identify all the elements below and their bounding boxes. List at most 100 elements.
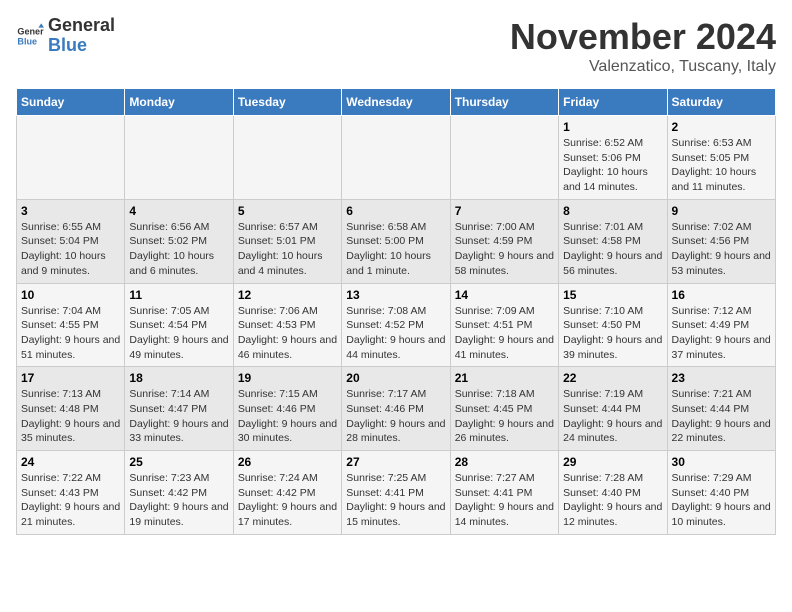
day-info: Sunrise: 7:23 AM Sunset: 4:42 PM Dayligh…: [129, 471, 228, 530]
calendar-cell: 28 Sunrise: 7:27 AM Sunset: 4:41 PM Dayli…: [450, 451, 558, 535]
column-header-friday: Friday: [559, 89, 667, 116]
day-info: Sunrise: 7:00 AM Sunset: 4:59 PM Dayligh…: [455, 220, 554, 279]
calendar-cell: [125, 116, 233, 200]
calendar-header-row: SundayMondayTuesdayWednesdayThursdayFrid…: [17, 89, 776, 116]
column-header-wednesday: Wednesday: [342, 89, 450, 116]
day-number: 24: [21, 455, 120, 469]
day-info: Sunrise: 7:01 AM Sunset: 4:58 PM Dayligh…: [563, 220, 662, 279]
location-subtitle: Valenzatico, Tuscany, Italy: [510, 58, 776, 76]
day-info: Sunrise: 7:22 AM Sunset: 4:43 PM Dayligh…: [21, 471, 120, 530]
day-info: Sunrise: 6:52 AM Sunset: 5:06 PM Dayligh…: [563, 136, 662, 195]
day-number: 17: [21, 371, 120, 385]
calendar-week-row: 24 Sunrise: 7:22 AM Sunset: 4:43 PM Dayli…: [17, 451, 776, 535]
day-number: 6: [346, 204, 445, 218]
day-info: Sunrise: 7:28 AM Sunset: 4:40 PM Dayligh…: [563, 471, 662, 530]
day-number: 1: [563, 120, 662, 134]
day-info: Sunrise: 7:04 AM Sunset: 4:55 PM Dayligh…: [21, 304, 120, 363]
calendar-cell: 12Sunrise: 7:06 AM Sunset: 4:53 PM Dayli…: [233, 283, 341, 367]
day-number: 18: [129, 371, 228, 385]
day-number: 23: [672, 371, 771, 385]
day-number: 9: [672, 204, 771, 218]
day-info: Sunrise: 7:02 AM Sunset: 4:56 PM Dayligh…: [672, 220, 771, 279]
calendar-cell: 27Sunrise: 7:25 AM Sunset: 4:41 PM Dayli…: [342, 451, 450, 535]
calendar-cell: 11 Sunrise: 7:05 AM Sunset: 4:54 PM Dayli…: [125, 283, 233, 367]
day-number: 30: [672, 455, 771, 469]
column-header-sunday: Sunday: [17, 89, 125, 116]
calendar-cell: 10 Sunrise: 7:04 AM Sunset: 4:55 PM Dayli…: [17, 283, 125, 367]
day-number: 13: [346, 288, 445, 302]
day-number: 10: [21, 288, 120, 302]
calendar-cell: [342, 116, 450, 200]
day-number: 27: [346, 455, 445, 469]
day-number: 4: [129, 204, 228, 218]
calendar-cell: 20Sunrise: 7:17 AM Sunset: 4:46 PM Dayli…: [342, 367, 450, 451]
calendar-cell: 1 Sunrise: 6:52 AM Sunset: 5:06 PM Daylig…: [559, 116, 667, 200]
day-info: Sunrise: 7:17 AM Sunset: 4:46 PM Dayligh…: [346, 387, 445, 446]
day-info: Sunrise: 7:24 AM Sunset: 4:42 PM Dayligh…: [238, 471, 337, 530]
calendar-cell: 7 Sunrise: 7:00 AM Sunset: 4:59 PM Daylig…: [450, 199, 558, 283]
day-info: Sunrise: 6:56 AM Sunset: 5:02 PM Dayligh…: [129, 220, 228, 279]
calendar-week-row: 17 Sunrise: 7:13 AM Sunset: 4:48 PM Dayli…: [17, 367, 776, 451]
calendar-week-row: 3Sunrise: 6:55 AM Sunset: 5:04 PM Daylig…: [17, 199, 776, 283]
month-title: November 2024: [510, 16, 776, 58]
calendar-cell: 21 Sunrise: 7:18 AM Sunset: 4:45 PM Dayli…: [450, 367, 558, 451]
calendar-cell: 22Sunrise: 7:19 AM Sunset: 4:44 PM Dayli…: [559, 367, 667, 451]
logo-line1: General: [48, 16, 115, 36]
day-info: Sunrise: 7:05 AM Sunset: 4:54 PM Dayligh…: [129, 304, 228, 363]
svg-text:Blue: Blue: [17, 36, 37, 46]
day-number: 7: [455, 204, 554, 218]
calendar-cell: 14Sunrise: 7:09 AM Sunset: 4:51 PM Dayli…: [450, 283, 558, 367]
column-header-saturday: Saturday: [667, 89, 775, 116]
calendar-cell: 24 Sunrise: 7:22 AM Sunset: 4:43 PM Dayli…: [17, 451, 125, 535]
day-info: Sunrise: 6:55 AM Sunset: 5:04 PM Dayligh…: [21, 220, 120, 279]
calendar-cell: 29 Sunrise: 7:28 AM Sunset: 4:40 PM Dayli…: [559, 451, 667, 535]
calendar-cell: 13 Sunrise: 7:08 AM Sunset: 4:52 PM Dayli…: [342, 283, 450, 367]
day-info: Sunrise: 7:14 AM Sunset: 4:47 PM Dayligh…: [129, 387, 228, 446]
calendar-cell: [17, 116, 125, 200]
logo-text: General Blue: [48, 16, 115, 56]
day-info: Sunrise: 7:21 AM Sunset: 4:44 PM Dayligh…: [672, 387, 771, 446]
day-info: Sunrise: 7:08 AM Sunset: 4:52 PM Dayligh…: [346, 304, 445, 363]
logo-line2: Blue: [48, 36, 115, 56]
logo: General Blue General Blue: [16, 16, 115, 56]
day-number: 14: [455, 288, 554, 302]
calendar-week-row: 1 Sunrise: 6:52 AM Sunset: 5:06 PM Daylig…: [17, 116, 776, 200]
day-number: 26: [238, 455, 337, 469]
calendar-cell: [233, 116, 341, 200]
svg-text:General: General: [17, 26, 44, 36]
title-area: November 2024 Valenzatico, Tuscany, Ital…: [510, 16, 776, 76]
calendar-cell: [450, 116, 558, 200]
calendar-cell: 26 Sunrise: 7:24 AM Sunset: 4:42 PM Dayli…: [233, 451, 341, 535]
day-info: Sunrise: 7:15 AM Sunset: 4:46 PM Dayligh…: [238, 387, 337, 446]
calendar-cell: 8 Sunrise: 7:01 AM Sunset: 4:58 PM Daylig…: [559, 199, 667, 283]
calendar-cell: 4 Sunrise: 6:56 AM Sunset: 5:02 PM Daylig…: [125, 199, 233, 283]
calendar-cell: 18 Sunrise: 7:14 AM Sunset: 4:47 PM Dayli…: [125, 367, 233, 451]
day-info: Sunrise: 7:13 AM Sunset: 4:48 PM Dayligh…: [21, 387, 120, 446]
calendar-cell: 16Sunrise: 7:12 AM Sunset: 4:49 PM Dayli…: [667, 283, 775, 367]
day-info: Sunrise: 6:53 AM Sunset: 5:05 PM Dayligh…: [672, 136, 771, 195]
column-header-thursday: Thursday: [450, 89, 558, 116]
day-number: 28: [455, 455, 554, 469]
day-info: Sunrise: 7:10 AM Sunset: 4:50 PM Dayligh…: [563, 304, 662, 363]
day-number: 5: [238, 204, 337, 218]
day-number: 15: [563, 288, 662, 302]
calendar-cell: 2 Sunrise: 6:53 AM Sunset: 5:05 PM Daylig…: [667, 116, 775, 200]
day-number: 8: [563, 204, 662, 218]
calendar-cell: 17 Sunrise: 7:13 AM Sunset: 4:48 PM Dayli…: [17, 367, 125, 451]
column-header-monday: Monday: [125, 89, 233, 116]
day-number: 19: [238, 371, 337, 385]
calendar-cell: 25Sunrise: 7:23 AM Sunset: 4:42 PM Dayli…: [125, 451, 233, 535]
calendar-cell: 30Sunrise: 7:29 AM Sunset: 4:40 PM Dayli…: [667, 451, 775, 535]
day-number: 21: [455, 371, 554, 385]
day-info: Sunrise: 7:18 AM Sunset: 4:45 PM Dayligh…: [455, 387, 554, 446]
day-number: 2: [672, 120, 771, 134]
day-number: 12: [238, 288, 337, 302]
day-number: 22: [563, 371, 662, 385]
day-info: Sunrise: 7:27 AM Sunset: 4:41 PM Dayligh…: [455, 471, 554, 530]
calendar-cell: 19 Sunrise: 7:15 AM Sunset: 4:46 PM Dayli…: [233, 367, 341, 451]
calendar-cell: 3Sunrise: 6:55 AM Sunset: 5:04 PM Daylig…: [17, 199, 125, 283]
calendar-cell: 9 Sunrise: 7:02 AM Sunset: 4:56 PM Daylig…: [667, 199, 775, 283]
day-number: 29: [563, 455, 662, 469]
day-number: 11: [129, 288, 228, 302]
day-number: 16: [672, 288, 771, 302]
